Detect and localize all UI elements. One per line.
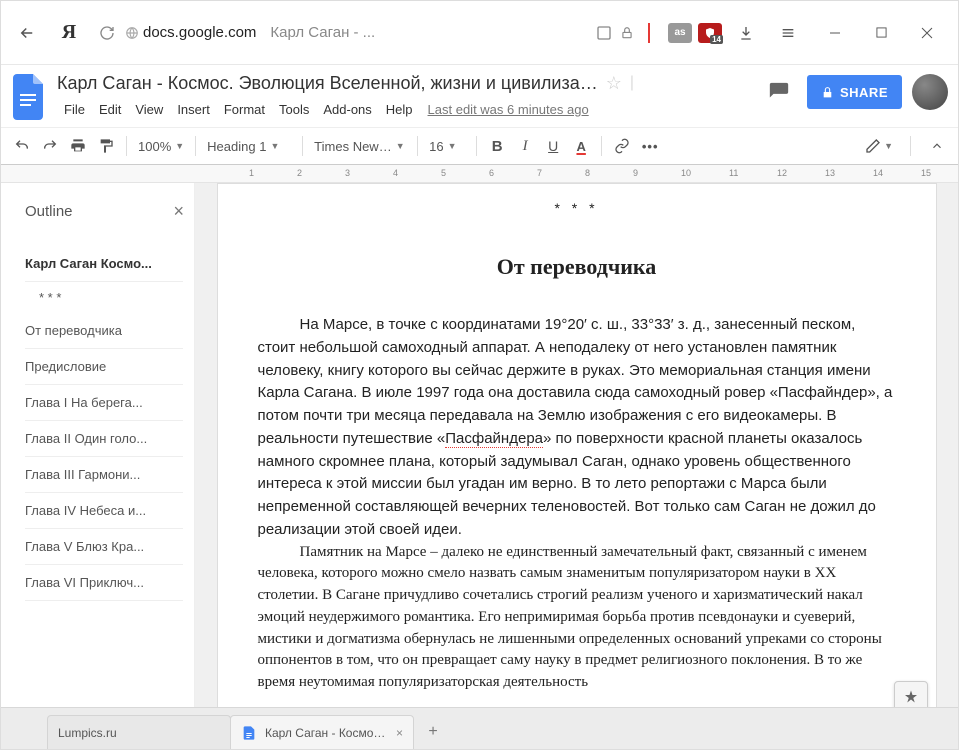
translate-icon[interactable] — [596, 25, 612, 41]
menu-insert[interactable]: Insert — [170, 100, 217, 119]
page: * * * От переводчика На Марсе, в точке с… — [217, 183, 937, 743]
document-title[interactable]: Карл Саган - Космос. Эволюция Вселенной,… — [57, 73, 598, 94]
extension-lastfm-icon[interactable]: as — [668, 23, 692, 43]
menu-add-ons[interactable]: Add-ons — [316, 100, 378, 119]
tab-label: Карл Саган - Космос. Эв — [265, 726, 388, 740]
text-color-button[interactable]: A — [568, 133, 594, 159]
docs-favicon — [241, 725, 257, 741]
editing-mode-button[interactable]: ▼ — [861, 133, 897, 159]
menu-format[interactable]: Format — [217, 100, 272, 119]
outline-item[interactable]: * * * — [25, 282, 184, 313]
tab-label: Lumpics.ru — [58, 726, 117, 740]
outline-panel: Outline × Карл Саган Космо...* * *От пер… — [1, 183, 195, 743]
browser-tab[interactable]: Карл Саган - Космос. Эв × — [230, 715, 414, 749]
yandex-home-button[interactable]: Я — [51, 15, 87, 51]
page-heading: От переводчика — [258, 254, 896, 280]
address-bar[interactable]: docs.google.com Карл Саган - ... — [93, 16, 662, 50]
paint-format-button[interactable] — [93, 133, 119, 159]
fontsize-dropdown[interactable]: 16▼ — [425, 133, 469, 159]
print-button[interactable] — [65, 133, 91, 159]
collapse-toolbar-button[interactable] — [924, 133, 950, 159]
outline-item[interactable]: Карл Саган Космо... — [25, 246, 183, 282]
extension-ublock-icon[interactable]: 14 — [698, 23, 722, 43]
menu-edit[interactable]: Edit — [92, 100, 128, 119]
new-tab-button[interactable]: + — [419, 718, 447, 746]
outline-item[interactable]: От переводчика — [25, 313, 183, 349]
ruler[interactable]: 123456789101112131415 — [1, 165, 958, 183]
zoom-dropdown[interactable]: 100%▼ — [134, 133, 188, 159]
menu-help[interactable]: Help — [379, 100, 420, 119]
lock-icon — [620, 26, 634, 40]
outline-item[interactable]: Глава VI Приключ... — [25, 565, 183, 601]
url-host: docs.google.com — [143, 24, 256, 41]
outline-item[interactable]: Глава IV Небеса и... — [25, 493, 183, 529]
redo-button[interactable] — [37, 133, 63, 159]
comments-button[interactable] — [761, 74, 797, 110]
minimize-button[interactable] — [812, 15, 858, 51]
page-separator: * * * — [258, 200, 896, 216]
share-button[interactable]: SHARE — [807, 75, 902, 109]
page-paragraph: На Марсе, в точке с координатами 19°20′ … — [258, 314, 896, 542]
outline-title: Outline — [25, 203, 73, 220]
user-avatar[interactable] — [912, 74, 948, 110]
outline-item[interactable]: Предисловие — [25, 349, 183, 385]
back-button[interactable] — [9, 15, 45, 51]
document-canvas[interactable]: * * * От переводчика На Марсе, в точке с… — [195, 183, 958, 743]
outline-item[interactable]: Глава II Один голо... — [25, 421, 183, 457]
lock-icon — [821, 86, 834, 99]
font-dropdown[interactable]: Times New…▼ — [310, 133, 410, 159]
menu-file[interactable]: File — [57, 100, 92, 119]
page-paragraph: Памятник на Марсе – далеко не единственн… — [258, 542, 896, 694]
close-tab-button[interactable]: × — [396, 726, 403, 740]
bold-button[interactable]: B — [484, 133, 510, 159]
docs-logo[interactable] — [9, 71, 49, 123]
downloads-button[interactable] — [728, 15, 764, 51]
close-outline-button[interactable]: × — [173, 201, 184, 222]
undo-button[interactable] — [9, 133, 35, 159]
settings-menu-button[interactable] — [770, 15, 806, 51]
maximize-button[interactable] — [858, 15, 904, 51]
spell-error[interactable]: Пасфайндера — [445, 430, 543, 448]
url-page-title: Карл Саган - ... — [270, 24, 375, 41]
link-button[interactable] — [609, 133, 635, 159]
close-window-button[interactable] — [904, 15, 950, 51]
more-button[interactable]: ••• — [637, 133, 663, 159]
menu-tools[interactable]: Tools — [272, 100, 316, 119]
outline-item[interactable]: Глава III Гармони... — [25, 457, 183, 493]
toolbar: 100%▼ Heading 1▼ Times New…▼ 16▼ B I U A… — [1, 127, 958, 165]
reload-icon — [99, 25, 115, 41]
underline-button[interactable]: U — [540, 133, 566, 159]
last-edit-link[interactable]: Last edit was 6 minutes ago — [428, 102, 589, 117]
browser-tab[interactable]: Lumpics.ru — [47, 715, 231, 749]
style-dropdown[interactable]: Heading 1▼ — [203, 133, 295, 159]
star-icon[interactable]: ☆ — [606, 73, 622, 94]
tab-bar: Lumpics.ru Карл Саган - Космос. Эв × + — [1, 707, 958, 749]
italic-button[interactable]: I — [512, 133, 538, 159]
menu-view[interactable]: View — [128, 100, 170, 119]
globe-icon — [125, 26, 139, 40]
outline-item[interactable]: Глава I На берега... — [25, 385, 183, 421]
outline-item[interactable]: Глава V Блюз Кра... — [25, 529, 183, 565]
